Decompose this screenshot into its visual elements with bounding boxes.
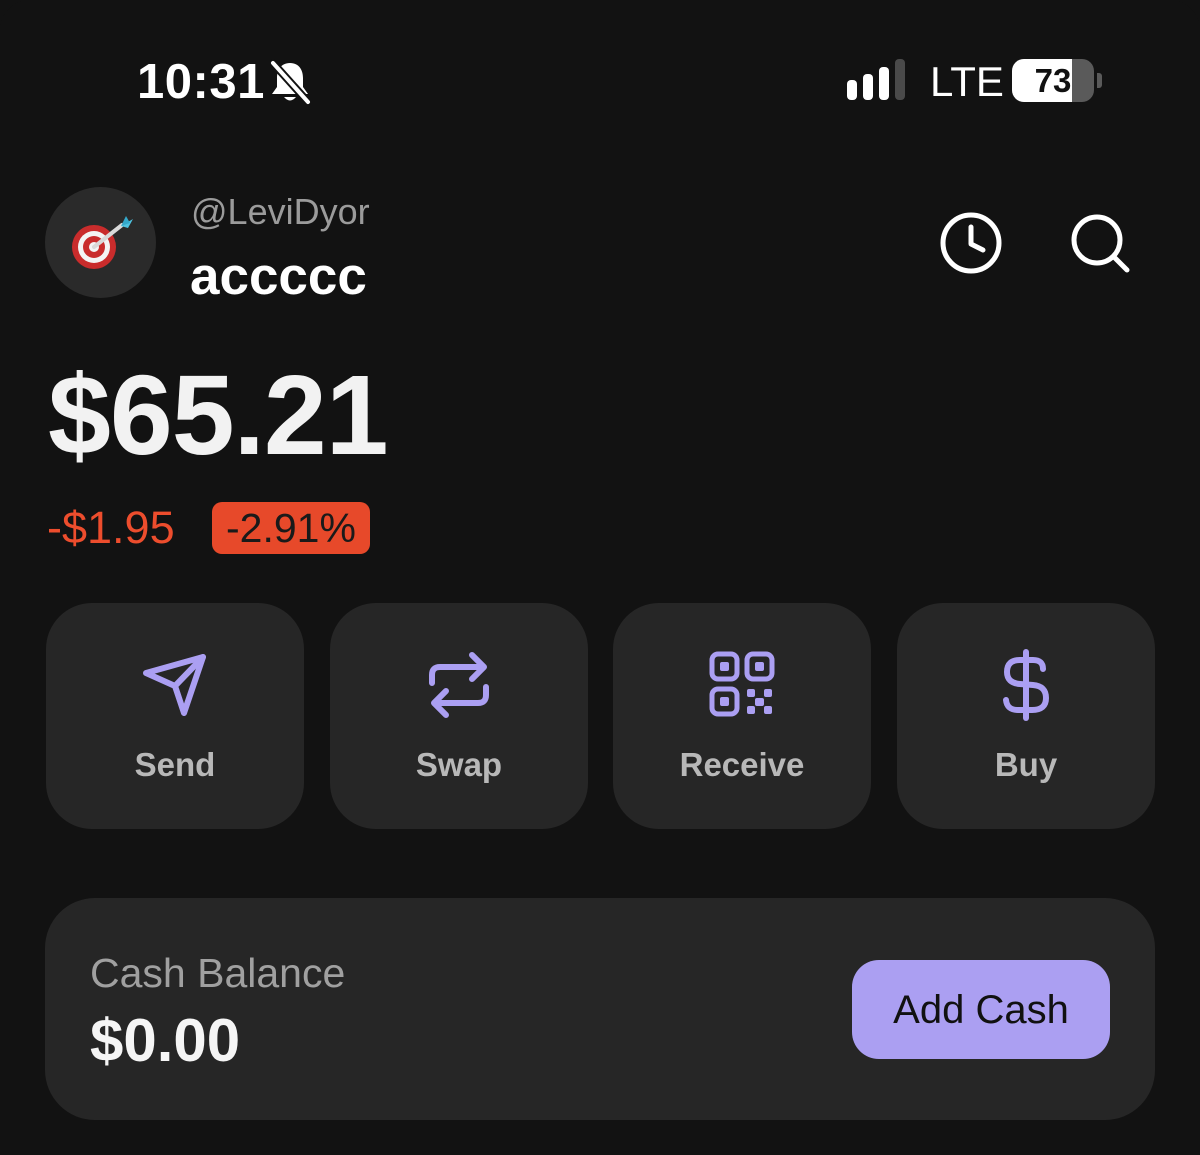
dollar-icon [1003,649,1049,721]
receive-button[interactable]: Receive [613,603,871,829]
qr-code-icon [709,651,775,717]
send-label: Send [134,746,216,783]
buy-label: Buy [994,746,1058,783]
account-handle: @LeviDyor [191,191,370,232]
bell-slash-icon [269,59,312,106]
send-icon [143,654,206,716]
signal-icon [847,59,905,100]
add-cash-button[interactable]: Add Cash [852,960,1110,1059]
swap-icon [429,652,489,718]
swap-button[interactable]: Swap [330,603,588,829]
battery-nub [1097,73,1102,88]
wallet-home-screen: 10:31 LTE 73 @LeviDyor accccc $65.21 -$1… [0,0,1200,1155]
avatar[interactable] [45,187,156,298]
battery-body: 73 [1012,59,1094,102]
account-name[interactable]: accccc [190,245,367,309]
search-icon[interactable] [1068,211,1132,275]
cash-balance-amount: $0.00 [90,1007,241,1074]
buy-button[interactable]: Buy [897,603,1155,829]
cash-balance-card: Cash Balance $0.00 Add Cash [45,898,1155,1120]
status-time: 10:31 [137,55,265,109]
swap-label: Swap [415,746,503,783]
receive-label: Receive [679,746,805,783]
network-type: LTE [930,58,1004,105]
dart-target-icon [72,216,133,269]
balance-change-percent-badge: -2.91% [212,502,370,554]
battery-level: 73 [1034,62,1072,99]
send-button[interactable]: Send [46,603,304,829]
battery-indicator: 73 [1012,59,1102,102]
portfolio-balance: $65.21 [48,352,389,478]
history-clock-icon[interactable] [939,211,1003,275]
balance-change-amount: -$1.95 [47,502,175,553]
cash-balance-label: Cash Balance [90,950,346,996]
